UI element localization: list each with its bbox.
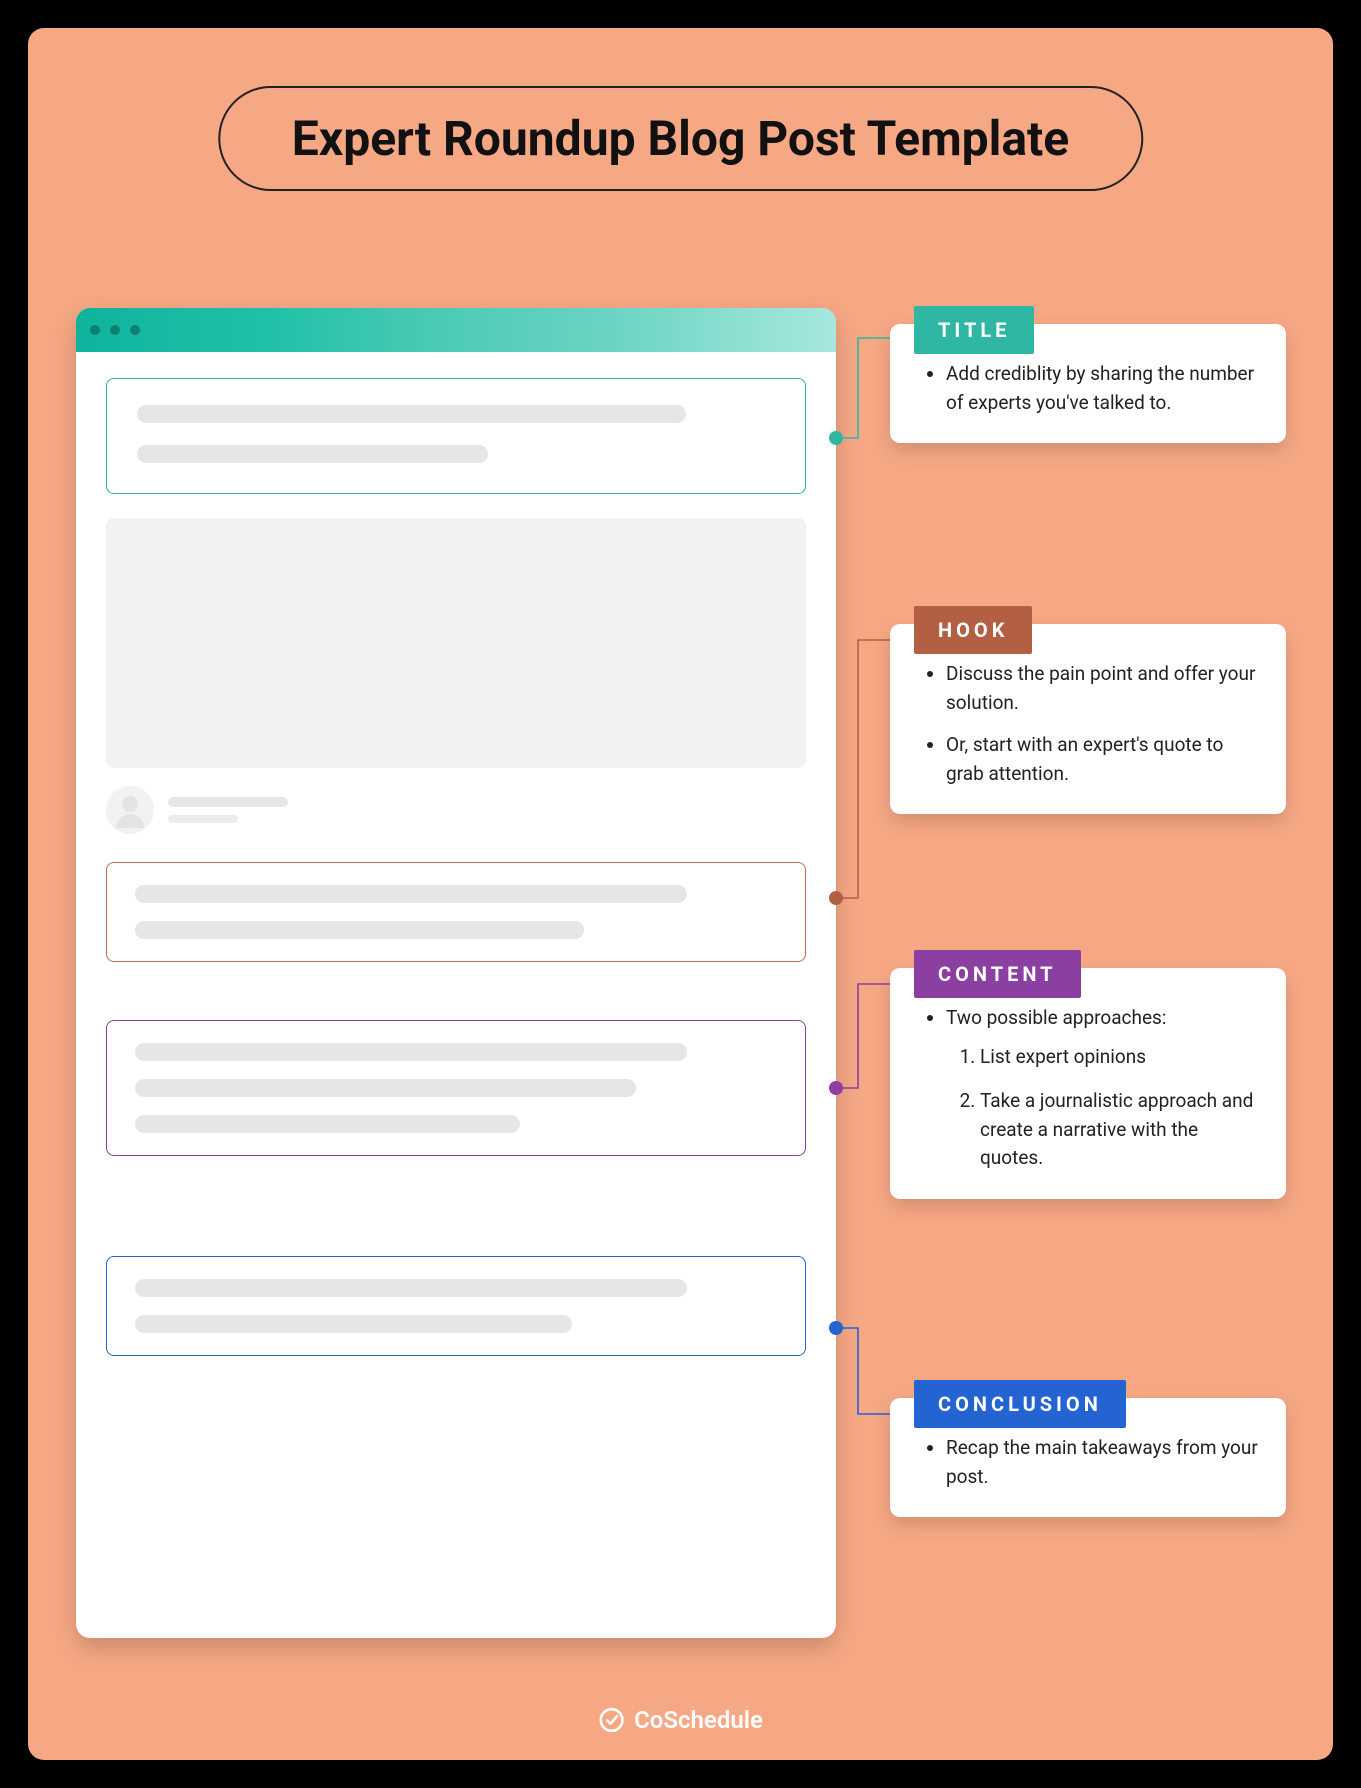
callout-intro-text: Two possible approaches:	[946, 1006, 1166, 1029]
browser-mock	[76, 308, 836, 1638]
callout-bullet: Discuss the pain point and offer your so…	[946, 660, 1258, 717]
placeholder-line	[135, 1279, 687, 1297]
window-dot-icon	[90, 325, 100, 335]
placeholder-line	[135, 1315, 572, 1333]
placeholder-line	[135, 921, 584, 939]
wireframe-title-block	[106, 378, 806, 494]
page-title: Expert Roundup Blog Post Template	[218, 86, 1143, 191]
wireframe-image-placeholder	[106, 518, 806, 768]
placeholder-line	[137, 445, 488, 463]
placeholder-line	[137, 405, 686, 423]
callout-title: TITLE Add crediblity by sharing the numb…	[890, 324, 1286, 443]
footer-brand-text: CoSchedule	[634, 1706, 763, 1734]
placeholder-line	[168, 815, 238, 823]
browser-body	[76, 352, 836, 1386]
callout-tag-conclusion: CONCLUSION	[914, 1380, 1126, 1428]
wireframe-conclusion-block	[106, 1256, 806, 1356]
callout-conclusion: CONCLUSION Recap the main takeaways from…	[890, 1398, 1286, 1517]
wireframe-hook-block	[106, 862, 806, 962]
callout-list-item: Take a journalistic approach and create …	[980, 1087, 1258, 1173]
callout-list-item: List expert opinions	[980, 1043, 1258, 1072]
wireframe-content-block	[106, 1020, 806, 1156]
avatar-placeholder-icon	[106, 786, 154, 834]
placeholder-line	[135, 885, 687, 903]
callout-tag-hook: HOOK	[914, 606, 1032, 654]
placeholder-line	[135, 1043, 687, 1061]
wireframe-author-row	[106, 786, 806, 834]
coschedule-logo-icon	[598, 1707, 624, 1733]
window-dot-icon	[110, 325, 120, 335]
callout-bullet: Or, start with an expert's quote to grab…	[946, 731, 1258, 788]
infographic-canvas: Expert Roundup Blog Post Template	[28, 28, 1333, 1760]
placeholder-line	[168, 797, 288, 807]
browser-title-bar	[76, 308, 836, 352]
callout-hook: HOOK Discuss the pain point and offer yo…	[890, 624, 1286, 814]
callout-bullet: Recap the main takeaways from your post.	[946, 1434, 1258, 1491]
placeholder-line	[135, 1079, 636, 1097]
callout-tag-content: CONTENT	[914, 950, 1081, 998]
callout-bullet: Two possible approaches: List expert opi…	[946, 1004, 1258, 1173]
window-dot-icon	[130, 325, 140, 335]
callout-content: CONTENT Two possible approaches: List ex…	[890, 968, 1286, 1199]
placeholder-line	[135, 1115, 520, 1133]
callout-tag-title: TITLE	[914, 306, 1034, 354]
footer-brand: CoSchedule	[598, 1706, 763, 1734]
callout-bullet: Add crediblity by sharing the number of …	[946, 360, 1258, 417]
